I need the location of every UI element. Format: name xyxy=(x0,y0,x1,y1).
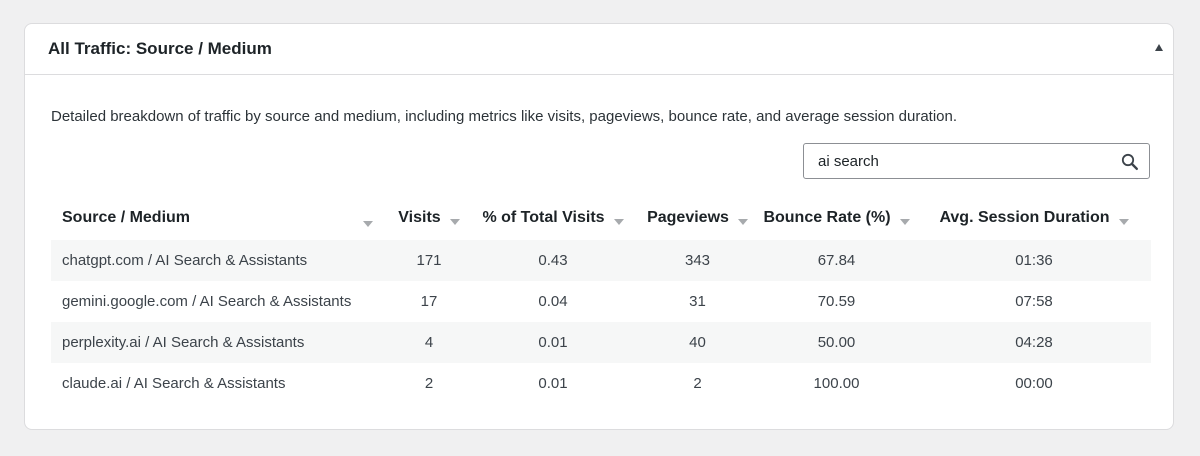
table-row: perplexity.ai / AI Search & Assistants 4… xyxy=(51,322,1151,363)
traffic-panel: All Traffic: Source / Medium Detailed br… xyxy=(24,23,1174,430)
cell-visits: 4 xyxy=(424,334,434,351)
sort-arrow-icon xyxy=(1118,219,1129,225)
panel-title: All Traffic: Source / Medium xyxy=(48,39,272,58)
cell-percent-total-visits: 0.04 xyxy=(538,293,568,310)
cell-bounce-rate: 67.84 xyxy=(817,252,856,269)
search-input[interactable] xyxy=(804,144,1118,178)
cell-percent-total-visits: 0.01 xyxy=(538,334,568,351)
sort-arrow-icon xyxy=(363,221,373,227)
column-header-percent-total-visits[interactable]: % of Total Visits xyxy=(467,198,639,240)
cell-source-medium: perplexity.ai / AI Search & Assistants xyxy=(62,334,305,351)
panel-header: All Traffic: Source / Medium xyxy=(25,24,1173,75)
column-header-label: Bounce Rate (%) xyxy=(763,209,891,226)
cell-source-medium: claude.ai / AI Search & Assistants xyxy=(62,375,286,392)
cell-avg-session-duration: 04:28 xyxy=(1015,334,1053,351)
cell-percent-total-visits: 0.43 xyxy=(538,252,568,269)
cell-avg-session-duration: 00:00 xyxy=(1015,375,1053,392)
collapse-toggle-button[interactable] xyxy=(1151,39,1167,55)
column-header-label: Pageviews xyxy=(647,209,729,226)
cell-pageviews: 31 xyxy=(689,293,706,310)
cell-visits: 171 xyxy=(416,252,442,269)
column-header-label: Source / Medium xyxy=(62,209,191,226)
cell-percent-total-visits: 0.01 xyxy=(538,375,568,392)
table-header-row: Source / Medium Visits % of Total Visits… xyxy=(51,198,1151,240)
cell-bounce-rate: 100.00 xyxy=(813,375,860,392)
search-icon[interactable] xyxy=(1121,153,1139,171)
column-header-source-medium[interactable]: Source / Medium xyxy=(51,198,391,240)
cell-pageviews: 343 xyxy=(684,252,711,269)
cell-visits: 17 xyxy=(420,293,438,310)
cell-visits: 2 xyxy=(424,375,434,392)
column-header-label: % of Total Visits xyxy=(482,209,605,226)
cell-avg-session-duration: 01:36 xyxy=(1015,252,1053,269)
panel-description: Detailed breakdown of traffic by source … xyxy=(51,108,958,125)
cell-avg-session-duration: 07:58 xyxy=(1015,293,1053,310)
cell-source-medium: gemini.google.com / AI Search & Assistan… xyxy=(62,293,352,310)
column-header-pageviews[interactable]: Pageviews xyxy=(639,198,756,240)
cell-bounce-rate: 70.59 xyxy=(817,293,856,310)
sort-arrow-icon xyxy=(449,219,460,225)
column-header-visits[interactable]: Visits xyxy=(391,198,467,240)
cell-source-medium: chatgpt.com / AI Search & Assistants xyxy=(62,252,308,269)
table-row: chatgpt.com / AI Search & Assistants 171… xyxy=(51,240,1151,281)
table-row: gemini.google.com / AI Search & Assistan… xyxy=(51,281,1151,322)
cell-bounce-rate: 50.00 xyxy=(817,334,856,351)
sort-arrow-icon xyxy=(899,219,910,225)
column-header-label: Avg. Session Duration xyxy=(939,209,1110,226)
triangle-up-icon xyxy=(1155,43,1163,51)
search-box xyxy=(803,143,1150,179)
sort-arrow-icon xyxy=(613,219,624,225)
cell-pageviews: 2 xyxy=(693,375,702,392)
cell-pageviews: 40 xyxy=(689,334,706,351)
column-header-bounce-rate[interactable]: Bounce Rate (%) xyxy=(756,198,917,240)
column-header-label: Visits xyxy=(398,209,441,226)
table-row: claude.ai / AI Search & Assistants 2 0.0… xyxy=(51,363,1151,404)
column-header-avg-session-duration[interactable]: Avg. Session Duration xyxy=(917,198,1151,240)
sort-arrow-icon xyxy=(737,219,748,225)
traffic-table: Source / Medium Visits % of Total Visits… xyxy=(51,198,1151,404)
